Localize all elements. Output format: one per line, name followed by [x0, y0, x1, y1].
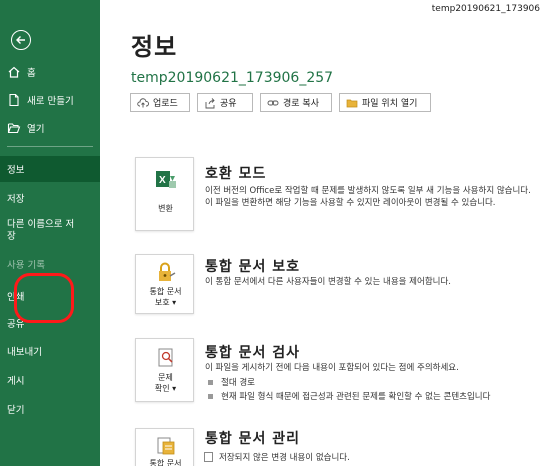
link-icon: [267, 97, 279, 109]
sidebar-item-label: 열기: [27, 124, 45, 135]
sidebar-item-info[interactable]: 정보: [0, 156, 100, 182]
inspect-bullet-item: 절대 경로: [208, 376, 255, 388]
page-title: 정보: [131, 33, 178, 61]
sidebar-divider: [7, 146, 93, 147]
inspect-bullet-item: 현재 파일 형식 때문에 접근성과 관련된 문제를 확인할 수 없는 콘텐츠입니…: [208, 390, 490, 402]
backstage-sidebar: 홈 새로 만들기 열기 정보 저장 다른 이름으로 저장 사용 기록 인쇄 공유…: [0, 0, 100, 466]
protect-label-line2: 보호 ▾: [154, 298, 177, 307]
document-name: temp20190621_173906_257: [131, 70, 334, 86]
sidebar-item-export[interactable]: 내보내기: [0, 339, 100, 363]
sidebar-item-close[interactable]: 닫기: [0, 397, 100, 421]
manage-label: 통합 문서: [149, 459, 182, 466]
inspect-workbook-description: 이 파일을 게시하기 전에 다음 내용이 포함되어 있다는 점에 주의하세요.: [205, 363, 459, 373]
bullet-text: 절대 경로: [221, 378, 255, 388]
issues-label-text: 확인: [154, 384, 170, 393]
sidebar-item-label: 다른 이름으로 저장: [7, 219, 75, 242]
lock-key-icon: [155, 261, 177, 283]
sidebar-item-label: 사용 기록: [7, 260, 45, 271]
window-title: temp20190621_173906: [431, 4, 540, 14]
open-file-location-button[interactable]: 파일 위치 열기: [339, 93, 431, 112]
share-button[interactable]: 공유: [197, 93, 253, 112]
sidebar-item-home[interactable]: 홈: [0, 60, 100, 84]
protect-label-line1: 통합 문서: [149, 287, 182, 296]
copy-path-label: 경로 복사: [283, 99, 319, 109]
convert-button[interactable]: X 변환: [135, 157, 194, 231]
sidebar-item-label: 홈: [27, 68, 36, 79]
sidebar-item-save-as[interactable]: 다른 이름으로 저장: [0, 215, 96, 249]
svg-text:X: X: [159, 175, 166, 186]
copy-path-button[interactable]: 경로 복사: [260, 93, 332, 112]
sidebar-item-publish[interactable]: 게시: [0, 368, 100, 392]
issues-label-line2: 확인 ▾: [154, 384, 177, 393]
check-for-issues-button[interactable]: 문제 확인 ▾: [135, 338, 194, 402]
folder-icon: [346, 97, 358, 109]
share-icon: [204, 97, 216, 109]
back-arrow-icon: [16, 36, 25, 44]
print-highlight-annotation: [14, 273, 74, 323]
manage-workbook-icon: [155, 435, 177, 457]
issues-label-line1: 문제: [158, 373, 173, 382]
excel-convert-icon: X: [155, 168, 177, 190]
manage-workbook-description: 저장되지 않은 변경 내용이 없습니다.: [219, 453, 350, 463]
sidebar-item-label: 닫기: [7, 405, 25, 416]
manage-status-item: 저장되지 않은 변경 내용이 없습니다.: [204, 451, 350, 463]
sidebar-item-label: 내보내기: [7, 347, 42, 358]
sidebar-item-save[interactable]: 저장: [0, 186, 100, 210]
manage-workbook-button[interactable]: 통합 문서: [135, 428, 194, 466]
upload-cloud-icon: [137, 97, 149, 109]
protect-label-text: 보호: [154, 298, 170, 307]
compat-mode-title: 호환 모드: [205, 166, 267, 182]
open-location-label: 파일 위치 열기: [362, 99, 418, 109]
protect-workbook-title: 통합 문서 보호: [205, 259, 301, 275]
compat-mode-description: 이전 버전의 Office로 작업할 때 문제를 발생하지 않도록 일부 새 기…: [205, 186, 531, 208]
folder-open-icon: [7, 121, 21, 135]
convert-label: 변환: [158, 204, 173, 213]
upload-button[interactable]: 업로드: [130, 93, 190, 112]
sidebar-item-label: 저장: [7, 194, 25, 205]
sidebar-item-new[interactable]: 새로 만들기: [0, 88, 100, 112]
bullet-text: 현재 파일 형식 때문에 접근성과 관련된 문제를 확인할 수 없는 콘텐츠입니…: [221, 392, 491, 402]
sidebar-item-label: 게시: [7, 376, 25, 387]
sidebar-item-label: 새로 만들기: [27, 96, 74, 107]
upload-label: 업로드: [153, 99, 178, 109]
new-document-icon: [7, 93, 21, 107]
bullet-square-icon: [208, 393, 213, 399]
sidebar-item-label: 정보: [7, 165, 25, 176]
bullet-square-icon: [208, 379, 213, 385]
manage-workbook-title: 통합 문서 관리: [205, 431, 301, 447]
inspect-workbook-title: 통합 문서 검사: [205, 345, 301, 361]
inspect-document-icon: [155, 347, 177, 369]
document-small-icon: [204, 452, 213, 462]
protect-workbook-description: 이 통합 문서에서 다른 사용자들이 변경할 수 있는 내용을 제어합니다.: [205, 277, 451, 287]
sidebar-item-open[interactable]: 열기: [0, 116, 100, 140]
home-icon: [7, 65, 21, 79]
protect-workbook-button[interactable]: 통합 문서 보호 ▾: [135, 254, 194, 314]
share-label: 공유: [220, 99, 237, 109]
back-button[interactable]: [11, 30, 31, 50]
